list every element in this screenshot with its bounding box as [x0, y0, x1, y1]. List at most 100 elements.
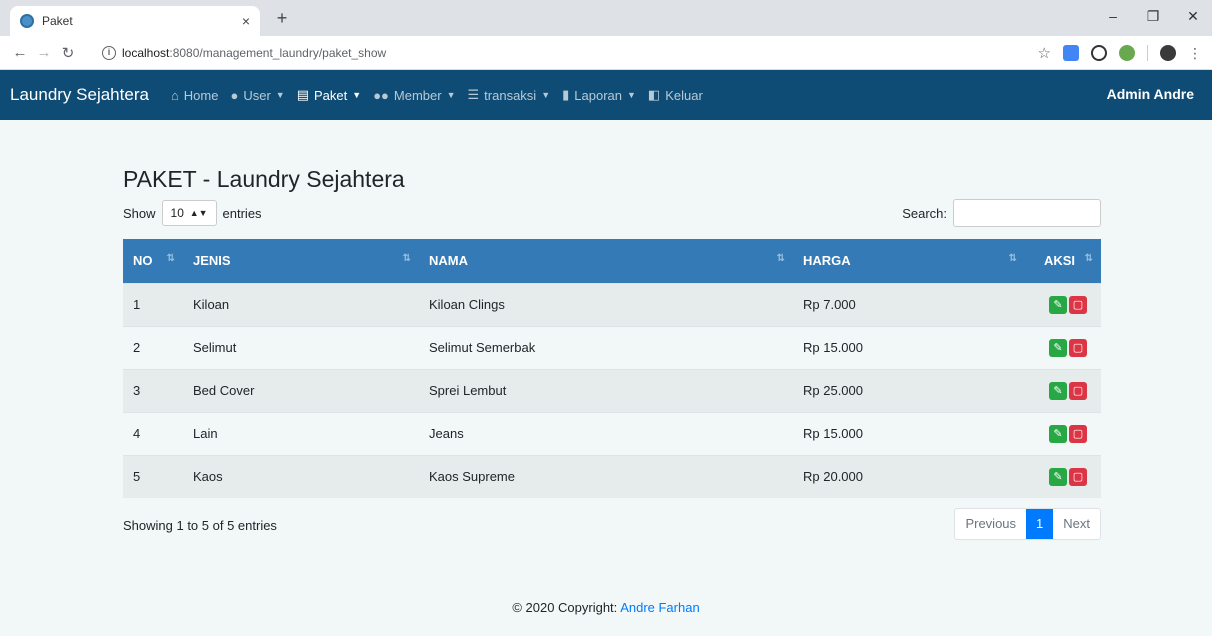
- cell-nama: Kaos Supreme: [429, 469, 515, 485]
- nav-member[interactable]: ●● Member ▼: [373, 88, 455, 103]
- edit-icon[interactable]: ✎: [1049, 338, 1067, 357]
- file-icon: ▮: [562, 87, 570, 102]
- search-area: Search:: [902, 199, 1101, 227]
- new-tab-button[interactable]: +: [270, 8, 294, 29]
- nav-laporan[interactable]: ▮ Laporan ▼: [562, 87, 636, 103]
- trash-icon[interactable]: ▢: [1069, 381, 1087, 400]
- url-path: :8080/management_laundry/paket_show: [169, 46, 387, 60]
- cell-aksi: ✎ ▢: [1025, 326, 1101, 369]
- nav-paket[interactable]: ▤ Paket ▼: [297, 87, 361, 103]
- browser-tab[interactable]: Paket ×: [10, 6, 260, 36]
- users-icon: ●●: [373, 87, 389, 103]
- cell-aksi: ✎ ▢: [1025, 369, 1101, 412]
- nav-transaksi[interactable]: ☰ transaksi ▼: [468, 87, 551, 103]
- paket-table: NO ⇅ JENIS ⇅ NAMA ⇅ HARGA ⇅ AKSI ⇅ 1 Kiloan K…: [123, 239, 1101, 498]
- cell-nama: Selimut Semerbak: [429, 340, 536, 355]
- table-info: Showing 1 to 5 of 5 entries: [123, 518, 277, 533]
- footer-copyright: © 2020 Copyright:: [512, 600, 621, 615]
- door-icon: ◧: [647, 87, 661, 102]
- entries-label: entries: [222, 205, 262, 221]
- cart-icon: ☰: [467, 87, 480, 102]
- th-harga[interactable]: HARGA ⇅: [793, 239, 1025, 283]
- navbar-brand[interactable]: Laundry Sejahtera: [10, 85, 149, 105]
- user-icon: ●: [230, 87, 239, 103]
- nav-laporan-label: Laporan: [574, 87, 622, 103]
- nav-home-label: Home: [183, 87, 219, 103]
- trash-icon[interactable]: ▢: [1069, 424, 1087, 443]
- reload-icon[interactable]: ↻: [56, 44, 80, 62]
- nav-user[interactable]: ● User ▼: [230, 88, 284, 103]
- show-entries: Show 10 ▲▼ entries: [123, 200, 262, 226]
- sort-icon: ⇅: [776, 253, 785, 264]
- cell-jenis: Bed Cover: [193, 383, 255, 398]
- sort-icon: ⇅: [166, 253, 175, 264]
- th-no-label: NO: [133, 253, 153, 269]
- caret-down-icon: ▼: [275, 90, 285, 100]
- search-label: Search:: [902, 205, 947, 221]
- th-nama[interactable]: NAMA ⇅: [419, 239, 793, 283]
- footer-author-link[interactable]: Andre Farhan: [620, 600, 700, 615]
- table-row: 2 Selimut Selimut Semerbak Rp 15.000 ✎ ▢: [123, 326, 1101, 369]
- cell-harga: Rp 25.000: [803, 383, 863, 398]
- extension-bar: ☆ ⋮: [1038, 44, 1202, 63]
- back-icon[interactable]: ←: [8, 44, 32, 61]
- cell-aksi: ✎ ▢: [1025, 283, 1101, 326]
- caret-down-icon: ▼: [352, 90, 362, 100]
- table-row: 5 Kaos Kaos Supreme Rp 20.000 ✎ ▢: [123, 455, 1101, 498]
- search-input[interactable]: [953, 199, 1101, 227]
- nav-home[interactable]: ⌂ Home: [171, 88, 219, 103]
- nav-user-label: User: [243, 87, 271, 103]
- caret-down-icon: ▼: [541, 90, 551, 100]
- close-window-icon[interactable]: ✕: [1178, 8, 1208, 25]
- pagination-page-1[interactable]: 1: [1026, 509, 1054, 539]
- cell-nama: Sprei Lembut: [429, 383, 507, 398]
- forward-icon[interactable]: →: [32, 44, 56, 61]
- url-box[interactable]: i localhost:8080/management_laundry/pake…: [102, 41, 1012, 65]
- pagination-previous[interactable]: Previous: [955, 509, 1026, 539]
- briefcase-icon: ▤: [296, 87, 310, 102]
- profile-avatar[interactable]: [1160, 45, 1176, 61]
- th-no[interactable]: NO ⇅: [123, 239, 183, 283]
- app-navbar: Laundry Sejahtera ⌂ Home ● User ▼ ▤ Paket ▼ ●…: [0, 70, 1212, 120]
- sort-icon: ⇅: [1084, 253, 1093, 264]
- tab-title: Paket: [42, 14, 73, 28]
- edit-icon[interactable]: ✎: [1049, 467, 1067, 486]
- entries-select-value: 10: [170, 206, 184, 220]
- trash-icon[interactable]: ▢: [1069, 338, 1087, 357]
- nav-keluar-label: Keluar: [665, 87, 703, 103]
- th-jenis[interactable]: JENIS ⇅: [183, 239, 419, 283]
- star-icon[interactable]: ☆: [1038, 44, 1051, 62]
- admin-user-link[interactable]: Admin Andre: [1107, 86, 1194, 102]
- maximize-icon[interactable]: ❐: [1138, 8, 1168, 25]
- cell-harga: Rp 20.000: [803, 469, 863, 485]
- th-aksi[interactable]: AKSI ⇅: [1025, 239, 1101, 283]
- translate-ext-icon[interactable]: [1063, 45, 1079, 61]
- trash-icon[interactable]: ▢: [1069, 467, 1087, 486]
- browser-address-bar: ← → ↻ i localhost:8080/management_laundr…: [0, 36, 1212, 70]
- cell-no: 4: [133, 426, 141, 441]
- cell-jenis: Lain: [193, 426, 218, 441]
- site-info-icon[interactable]: i: [102, 46, 116, 60]
- minimize-icon[interactable]: –: [1098, 8, 1128, 24]
- ext-globe-icon[interactable]: [1119, 45, 1135, 61]
- menu-dots-icon[interactable]: ⋮: [1188, 45, 1202, 62]
- ext-circle-icon[interactable]: [1091, 45, 1107, 61]
- sort-icon: ⇅: [1008, 253, 1017, 264]
- tab-close-icon[interactable]: ×: [242, 13, 250, 29]
- show-label: Show: [123, 205, 156, 221]
- cell-jenis: Kiloan: [193, 297, 230, 312]
- cell-nama: Kiloan Clings: [429, 297, 505, 312]
- pagination: Previous 1 Next: [954, 508, 1101, 540]
- nav-keluar[interactable]: ◧ Keluar: [648, 87, 703, 103]
- edit-icon[interactable]: ✎: [1049, 381, 1067, 400]
- trash-icon[interactable]: ▢: [1069, 295, 1087, 314]
- edit-icon[interactable]: ✎: [1049, 295, 1067, 314]
- pagination-next[interactable]: Next: [1053, 509, 1100, 539]
- edit-icon[interactable]: ✎: [1049, 424, 1067, 443]
- entries-select[interactable]: 10 ▲▼: [161, 200, 217, 226]
- caret-down-icon: ▼: [627, 90, 636, 100]
- cell-harga: Rp 15.000: [803, 340, 863, 355]
- cell-harga: Rp 7.000: [803, 297, 856, 312]
- favicon-icon: [20, 14, 34, 28]
- cell-no: 5: [133, 469, 141, 485]
